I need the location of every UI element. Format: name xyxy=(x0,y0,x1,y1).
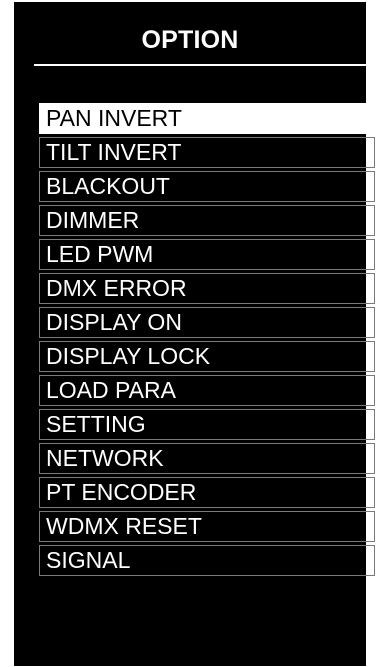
menu-item-tilt-invert[interactable]: TILT INVERT xyxy=(39,137,375,168)
menu-item-dmx-error[interactable]: DMX ERROR xyxy=(39,273,375,304)
option-screen: OPTION PAN INVERT TILT INVERT BLACKOUT D… xyxy=(14,2,375,666)
menu-item-display-on[interactable]: DISPLAY ON xyxy=(39,307,375,338)
menu-item-signal[interactable]: SIGNAL xyxy=(39,545,375,576)
menu-item-load-para[interactable]: LOAD PARA xyxy=(39,375,375,406)
menu-item-setting[interactable]: SETTING xyxy=(39,409,375,440)
menu-item-blackout[interactable]: BLACKOUT xyxy=(39,171,375,202)
menu-item-network[interactable]: NETWORK xyxy=(39,443,375,474)
menu-item-led-pwm[interactable]: LED PWM xyxy=(39,239,375,270)
menu-item-wdmx-reset[interactable]: WDMX RESET xyxy=(39,511,375,542)
menu-item-pan-invert[interactable]: PAN INVERT xyxy=(39,103,375,134)
title-divider xyxy=(34,64,367,66)
menu-item-dimmer[interactable]: DIMMER xyxy=(39,205,375,236)
menu-item-display-lock[interactable]: DISPLAY LOCK xyxy=(39,341,375,372)
page-title: OPTION xyxy=(141,26,239,54)
menu-item-pt-encoder[interactable]: PT ENCODER xyxy=(39,477,375,508)
option-menu: PAN INVERT TILT INVERT BLACKOUT DIMMER L… xyxy=(39,103,375,579)
